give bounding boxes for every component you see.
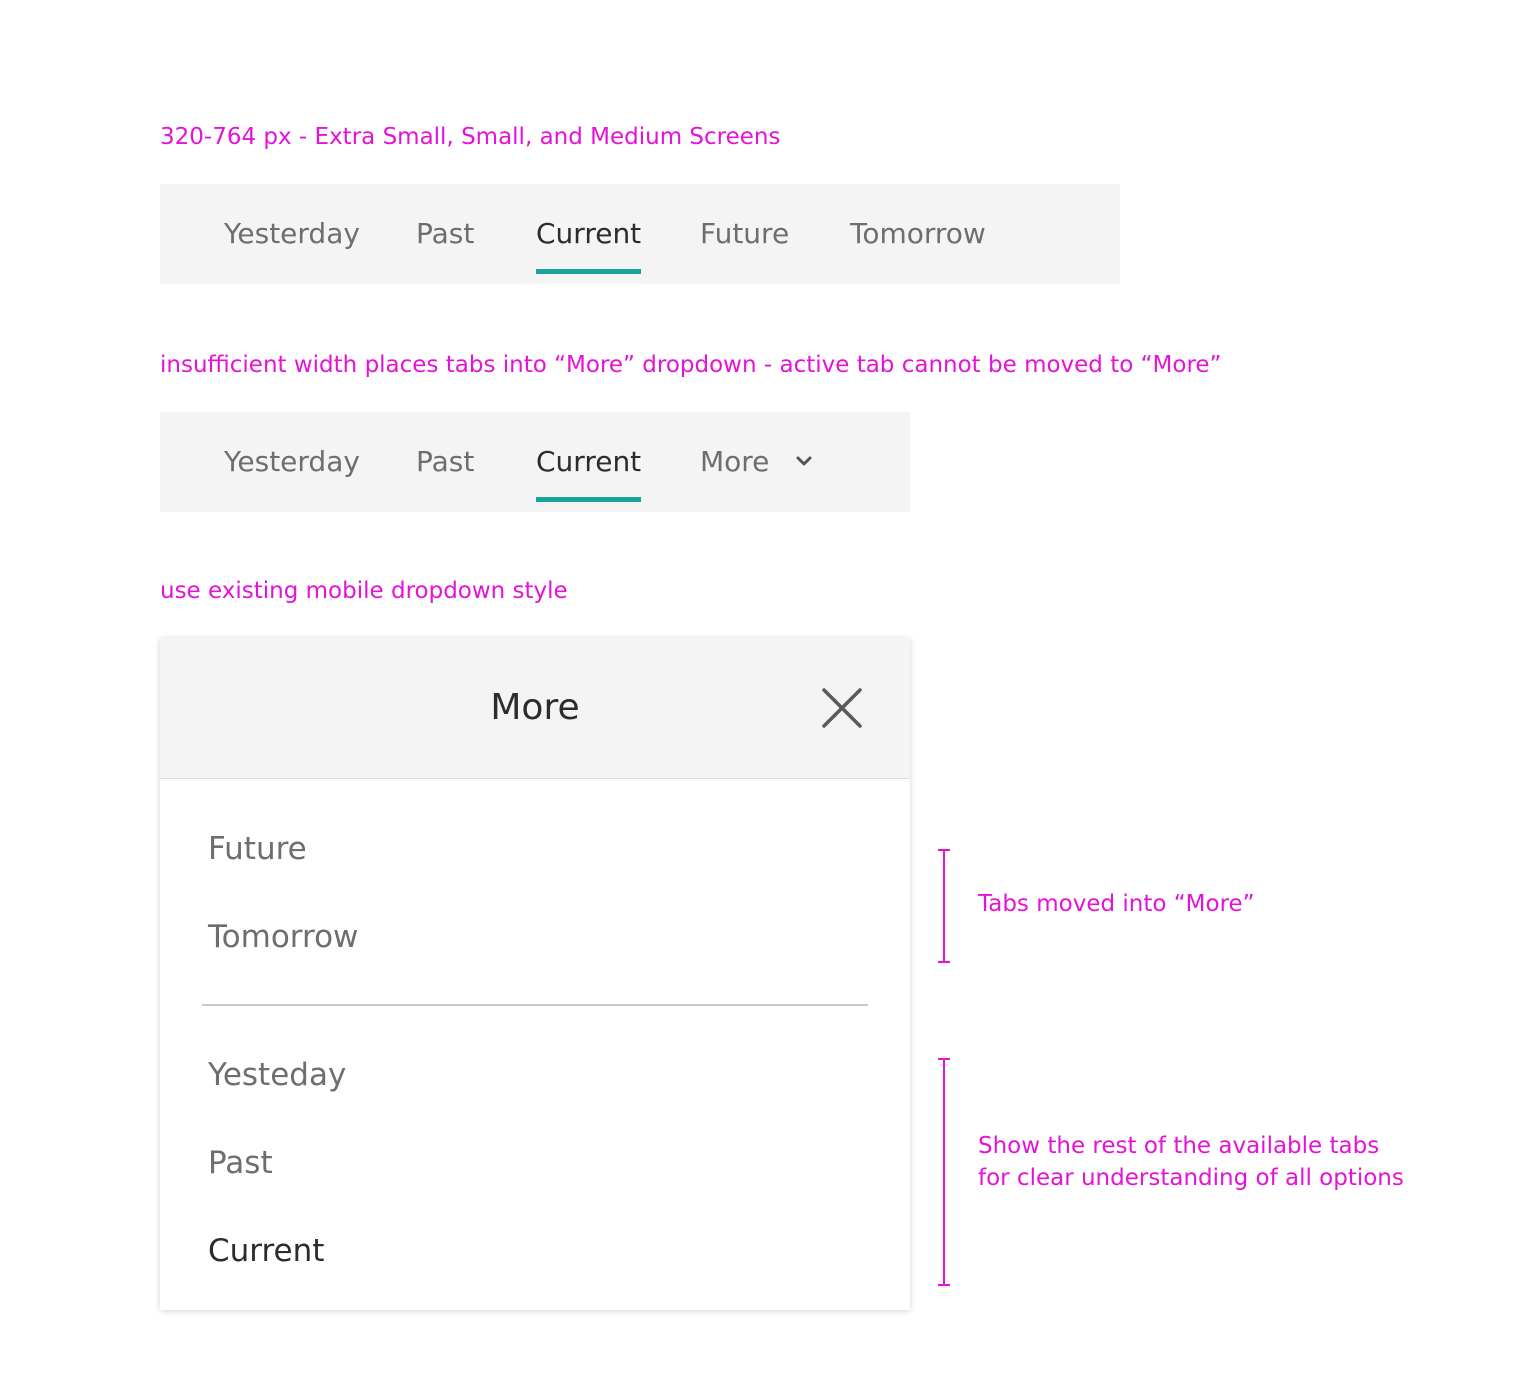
annotation-dropdown-style: use existing mobile dropdown style [160, 578, 568, 604]
tab-bar-compact: Yesterday Past Current More [160, 412, 910, 512]
tab-future[interactable]: Future [700, 184, 789, 284]
dropdown-item-past[interactable]: Past [208, 1143, 273, 1183]
dropdown-item-yesterday[interactable]: Yesteday [208, 1055, 346, 1095]
tab-yesterday[interactable]: Yesterday [224, 184, 360, 284]
annotation-rest-line2: for clear understanding of all options [978, 1165, 1404, 1191]
tab-current[interactable]: Current [536, 184, 642, 284]
tab-current[interactable]: Current [536, 412, 642, 512]
more-dropdown-panel: More Future Tomorrow Yesteday Past Curre… [160, 638, 910, 1310]
dropdown-item-current[interactable]: Current [208, 1231, 324, 1271]
tab-bar-full: Yesterday Past Current Future Tomorrow [160, 184, 1120, 284]
more-dropdown-title: More [490, 687, 580, 728]
close-icon[interactable] [820, 686, 864, 730]
annotation-insufficient-width: insufficient width places tabs into “Mor… [160, 352, 1222, 378]
tab-past[interactable]: Past [416, 412, 474, 512]
annotation-bracket-rest [938, 1058, 950, 1286]
dropdown-divider [202, 1004, 868, 1006]
annotation-bracket-moved [938, 849, 950, 963]
more-dropdown-header: More [160, 638, 910, 779]
annotation-screen-range: 320-764 px - Extra Small, Small, and Med… [160, 124, 781, 150]
tab-yesterday[interactable]: Yesterday [224, 412, 360, 512]
tab-tomorrow[interactable]: Tomorrow [850, 184, 986, 284]
dropdown-item-future[interactable]: Future [208, 829, 307, 869]
chevron-down-icon[interactable] [796, 455, 812, 467]
more-tab-label: More [700, 445, 770, 478]
annotation-rest-line1: Show the rest of the available tabs [978, 1133, 1380, 1159]
tab-past[interactable]: Past [416, 184, 474, 284]
more-tab-button[interactable]: More [700, 412, 769, 512]
dropdown-item-tomorrow[interactable]: Tomorrow [208, 917, 358, 957]
annotation-moved-tabs: Tabs moved into “More” [978, 891, 1255, 917]
